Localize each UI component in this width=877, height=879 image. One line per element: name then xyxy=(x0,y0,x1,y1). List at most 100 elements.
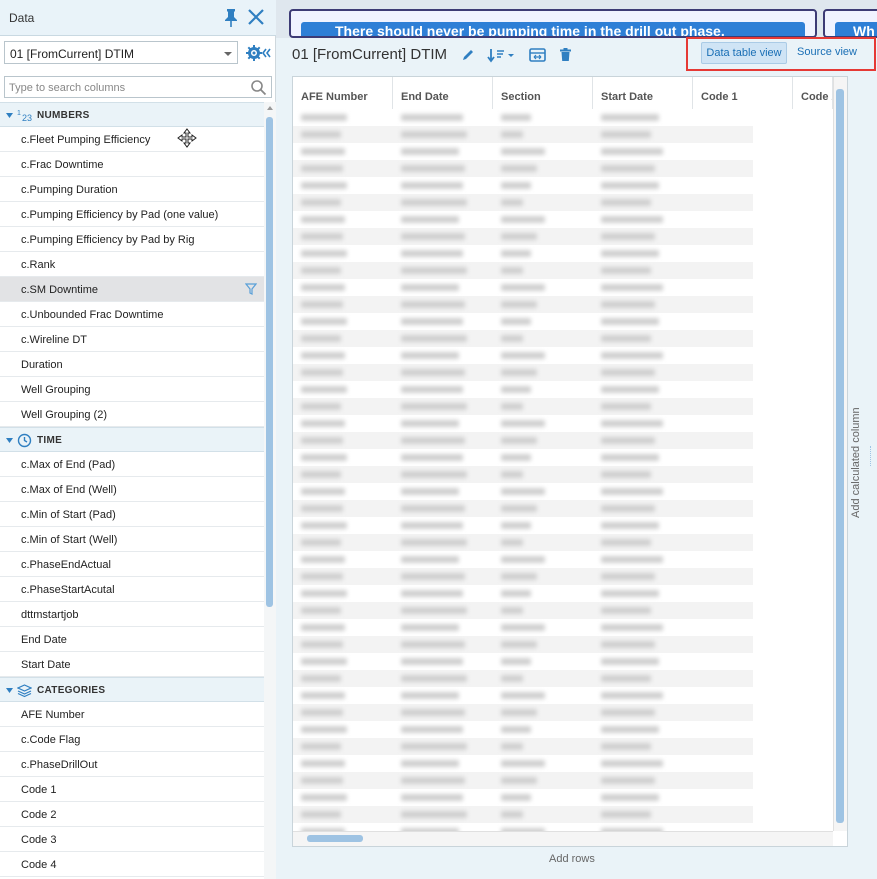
filter-icon[interactable] xyxy=(245,283,257,295)
column-search-input[interactable] xyxy=(9,80,245,95)
table-row[interactable] xyxy=(293,653,833,670)
add-calculated-column-button[interactable]: Add calculated column xyxy=(850,407,862,518)
table-row[interactable] xyxy=(293,619,833,636)
table-row[interactable] xyxy=(293,466,833,483)
table-row[interactable] xyxy=(293,347,833,364)
table-row[interactable] xyxy=(293,296,833,313)
search-icon[interactable] xyxy=(250,79,267,96)
add-rows-button[interactable]: Add rows xyxy=(549,853,595,865)
delete-icon[interactable] xyxy=(559,47,572,63)
table-row[interactable] xyxy=(293,738,833,755)
pin-icon[interactable] xyxy=(222,7,240,27)
table-row[interactable] xyxy=(293,211,833,228)
column-item[interactable]: c.Min of Start (Pad) xyxy=(0,502,264,527)
table-row[interactable] xyxy=(293,704,833,721)
scroll-up-icon[interactable] xyxy=(267,105,273,111)
column-item[interactable]: c.PhaseStartAcutal xyxy=(0,577,264,602)
sort-icon[interactable] xyxy=(487,47,517,63)
gear-icon[interactable] xyxy=(246,44,272,62)
table-row[interactable] xyxy=(293,483,833,500)
table-row[interactable] xyxy=(293,313,833,330)
column-search-field[interactable] xyxy=(4,76,272,98)
table-row[interactable] xyxy=(293,772,833,789)
table-row[interactable] xyxy=(293,602,833,619)
table-row[interactable] xyxy=(293,585,833,602)
column-item[interactable]: Code 4 xyxy=(0,852,264,877)
column-item[interactable]: AFE Number xyxy=(0,702,264,727)
table-row[interactable] xyxy=(293,381,833,398)
grid-vertical-scroll-thumb[interactable] xyxy=(836,89,844,823)
column-item[interactable]: c.Pumping Duration xyxy=(0,177,264,202)
column-item[interactable]: Code 1 xyxy=(0,777,264,802)
column-item[interactable]: c.Unbounded Frac Downtime xyxy=(0,302,264,327)
table-row[interactable] xyxy=(293,636,833,653)
column-item[interactable]: c.Max of End (Pad) xyxy=(0,452,264,477)
table-row[interactable] xyxy=(293,500,833,517)
column-header[interactable]: Start Date xyxy=(593,77,693,109)
column-item[interactable]: c.SM Downtime xyxy=(0,277,264,302)
table-row[interactable] xyxy=(293,160,833,177)
table-row[interactable] xyxy=(293,432,833,449)
table-row[interactable] xyxy=(293,126,833,143)
table-row[interactable] xyxy=(293,449,833,466)
table-row[interactable] xyxy=(293,823,833,831)
table-row[interactable] xyxy=(293,143,833,160)
column-item[interactable]: c.Pumping Efficiency by Pad by Rig xyxy=(0,227,264,252)
column-header[interactable]: Section xyxy=(493,77,593,109)
column-header[interactable]: End Date xyxy=(393,77,493,109)
column-item[interactable]: c.Rank xyxy=(0,252,264,277)
column-item[interactable]: c.Pumping Efficiency by Pad (one value) xyxy=(0,202,264,227)
group-header-categories[interactable]: CATEGORIES xyxy=(0,677,264,702)
column-item[interactable]: c.Code Flag xyxy=(0,727,264,752)
column-item[interactable]: c.Fleet Pumping Efficiency xyxy=(0,127,264,152)
table-row[interactable] xyxy=(293,568,833,585)
chevron-down-icon[interactable] xyxy=(6,687,13,694)
column-item[interactable]: c.Min of Start (Well) xyxy=(0,527,264,552)
table-row[interactable] xyxy=(293,330,833,347)
table-row[interactable] xyxy=(293,755,833,772)
chevron-down-icon[interactable] xyxy=(6,437,13,444)
column-item[interactable]: Duration xyxy=(0,352,264,377)
chevron-down-icon[interactable] xyxy=(6,112,13,119)
table-row[interactable] xyxy=(293,194,833,211)
table-row[interactable] xyxy=(293,109,833,126)
column-header[interactable]: Code 2 xyxy=(793,77,833,109)
group-header-time[interactable]: TIME xyxy=(0,427,264,452)
column-item[interactable]: Well Grouping xyxy=(0,377,264,402)
column-item[interactable]: Code 3 xyxy=(0,827,264,852)
column-item[interactable]: dttmstartjob xyxy=(0,602,264,627)
edit-icon[interactable] xyxy=(461,47,475,63)
grid-horizontal-scrollbar[interactable] xyxy=(293,831,833,846)
add-calculated-column-handle[interactable] xyxy=(870,446,872,466)
annotation-banner-secondary[interactable]: Wh xyxy=(823,9,877,38)
column-item[interactable]: c.Frac Downtime xyxy=(0,152,264,177)
table-row[interactable] xyxy=(293,806,833,823)
column-header[interactable]: AFE Number xyxy=(293,77,393,109)
table-layout-icon[interactable] xyxy=(529,47,546,63)
table-row[interactable] xyxy=(293,534,833,551)
table-row[interactable] xyxy=(293,364,833,381)
column-item[interactable]: End Date xyxy=(0,627,264,652)
group-header-numbers[interactable]: 1 23 NUMBERS xyxy=(0,102,264,127)
table-row[interactable] xyxy=(293,517,833,534)
column-item[interactable]: c.PhaseEndActual xyxy=(0,552,264,577)
table-row[interactable] xyxy=(293,551,833,568)
column-item[interactable]: c.Wireline DT xyxy=(0,327,264,352)
grid-horizontal-scroll-thumb[interactable] xyxy=(307,835,363,842)
data-table-view-button[interactable]: Data table view xyxy=(701,42,787,64)
table-row[interactable] xyxy=(293,415,833,432)
annotation-banner[interactable]: There should never be pumping time in th… xyxy=(289,9,817,38)
column-header[interactable]: Code 1 xyxy=(693,77,793,109)
table-row[interactable] xyxy=(293,279,833,296)
table-row[interactable] xyxy=(293,721,833,738)
column-item[interactable]: Well Grouping (2) xyxy=(0,402,264,427)
data-source-select[interactable]: 01 [FromCurrent] DTIM xyxy=(4,41,238,64)
table-row[interactable] xyxy=(293,789,833,806)
table-row[interactable] xyxy=(293,262,833,279)
column-list-scroll-thumb[interactable] xyxy=(266,117,273,607)
source-view-button[interactable]: Source view xyxy=(790,42,864,64)
table-row[interactable] xyxy=(293,687,833,704)
table-row[interactable] xyxy=(293,245,833,262)
table-row[interactable] xyxy=(293,177,833,194)
column-item[interactable]: c.PhaseDrillOut xyxy=(0,752,264,777)
